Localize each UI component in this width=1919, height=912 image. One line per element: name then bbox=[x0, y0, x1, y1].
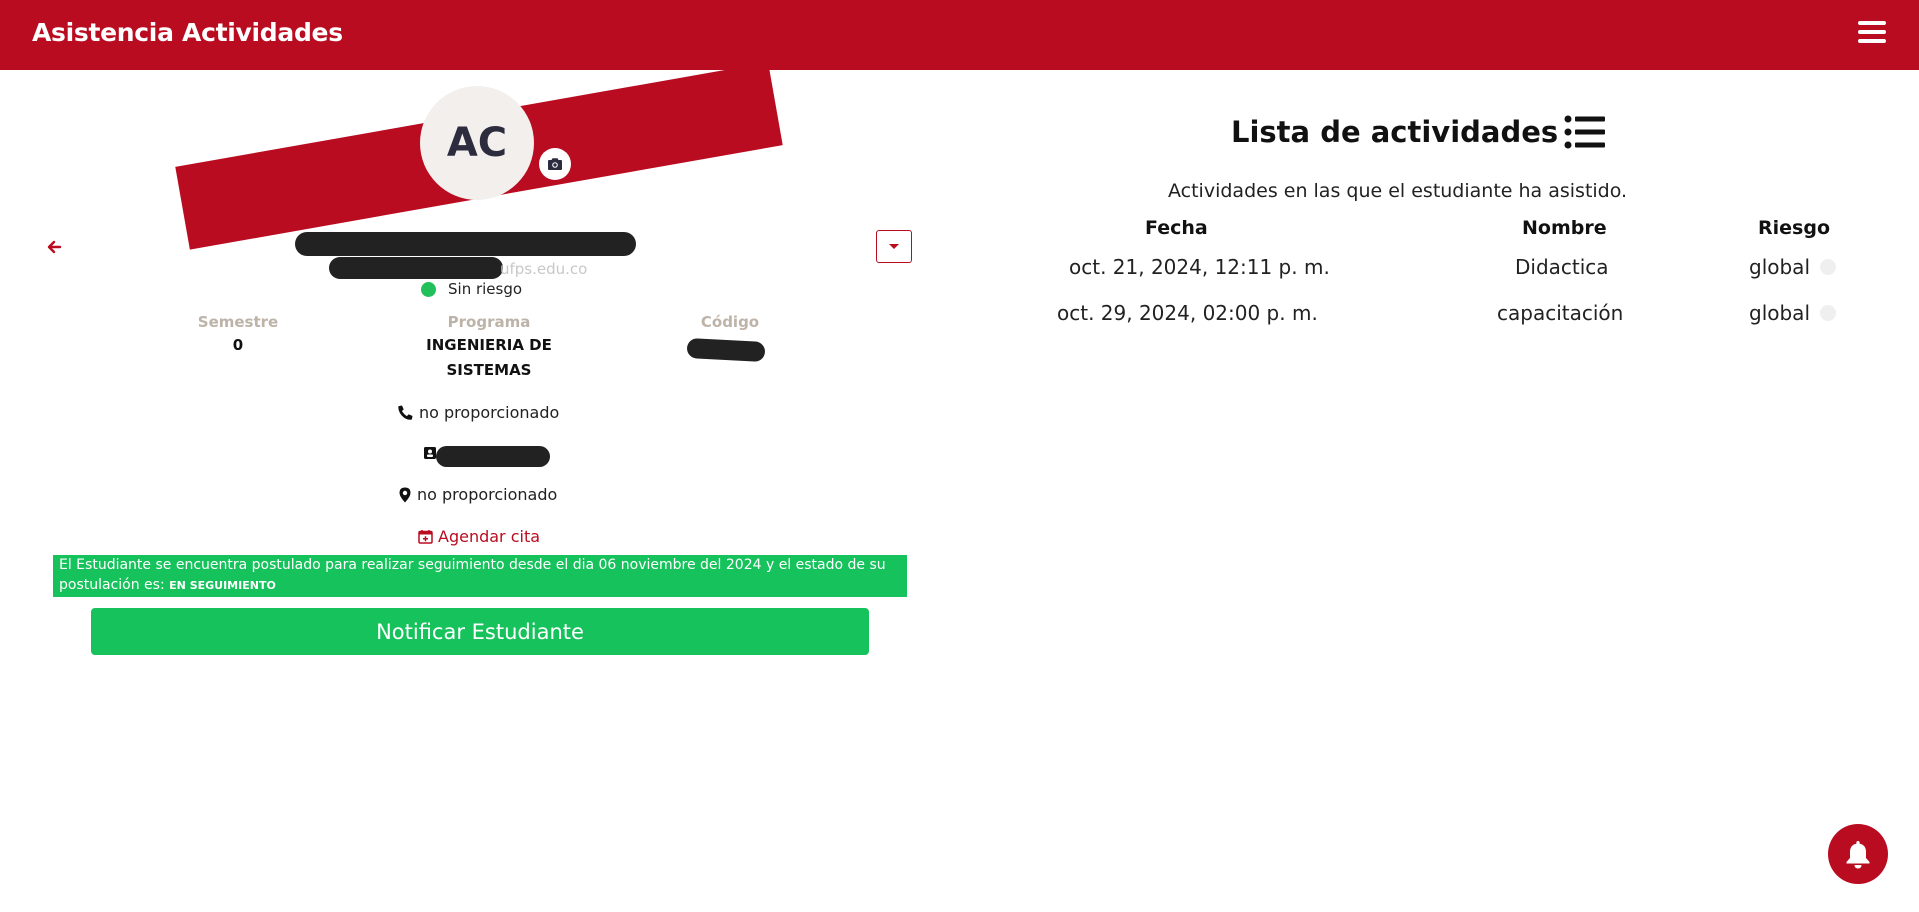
caret-down-icon bbox=[889, 243, 899, 249]
program-label: Programa bbox=[447, 313, 531, 331]
phone-icon bbox=[398, 405, 413, 420]
email-suffix: ufps.edu.co bbox=[500, 260, 588, 278]
phone-value: no proporcionado bbox=[419, 403, 560, 422]
redacted-email bbox=[329, 257, 503, 279]
camera-icon[interactable] bbox=[539, 148, 571, 180]
semester-label: Semestre bbox=[197, 313, 279, 331]
notify-student-button[interactable]: Notificar Estudiante bbox=[91, 608, 869, 655]
row-fecha: oct. 29, 2024, 02:00 p. m. bbox=[1057, 301, 1318, 325]
row-nombre: Didactica bbox=[1515, 255, 1609, 279]
semester-value: 0 bbox=[232, 336, 244, 354]
schedule-appointment-link[interactable]: Agendar cita bbox=[418, 527, 540, 546]
activities-title-text: Lista de actividades bbox=[1231, 115, 1559, 149]
activities-subtitle: Actividades en las que el estudiante ha … bbox=[1168, 180, 1628, 202]
row-riesgo: global bbox=[1749, 301, 1810, 325]
risk-indicator-dot bbox=[1820, 305, 1836, 321]
schedule-label: Agendar cita bbox=[438, 527, 541, 546]
row-nombre: capacitación bbox=[1497, 301, 1624, 325]
risk-status-label: Sin riesgo bbox=[448, 280, 523, 298]
address-value: no proporcionado bbox=[417, 485, 558, 504]
column-header-riesgo: Riesgo bbox=[1758, 217, 1830, 239]
top-bar: Asistencia Actividades bbox=[0, 0, 1919, 70]
notifications-button[interactable] bbox=[1828, 824, 1888, 884]
status-dot bbox=[421, 281, 436, 297]
map-pin-icon bbox=[399, 487, 411, 502]
profile-dropdown-button[interactable] bbox=[876, 230, 912, 263]
address-detail: no proporcionado bbox=[399, 485, 557, 504]
risk-indicator-dot bbox=[1820, 259, 1836, 275]
app-title: Asistencia Actividades bbox=[32, 18, 343, 47]
program-info: Programa INGENIERIA DE SISTEMAS bbox=[409, 313, 569, 383]
list-icon bbox=[1564, 115, 1606, 149]
activities-title: Lista de actividades bbox=[1231, 115, 1606, 149]
semester-info: Semestre 0 bbox=[188, 313, 288, 358]
phone-detail: no proporcionado bbox=[398, 403, 559, 422]
redacted-document-id bbox=[436, 446, 550, 467]
redacted-student-name bbox=[295, 232, 636, 256]
calendar-plus-icon bbox=[418, 530, 433, 544]
follow-up-notice: El Estudiante se encuentra postulado par… bbox=[53, 555, 907, 597]
hamburger-menu-icon[interactable] bbox=[1858, 21, 1886, 47]
row-fecha: oct. 21, 2024, 12:11 p. m. bbox=[1069, 255, 1330, 279]
program-value: INGENIERIA DE SISTEMAS bbox=[426, 336, 552, 379]
redacted-code bbox=[686, 337, 766, 363]
code-info: Código bbox=[680, 313, 780, 331]
bell-icon bbox=[1846, 841, 1870, 869]
avatar: AC bbox=[420, 86, 534, 200]
back-arrow-icon[interactable] bbox=[44, 236, 66, 258]
notice-state: EN SEGUIMIENTO bbox=[169, 579, 276, 592]
column-header-fecha: Fecha bbox=[1145, 217, 1208, 239]
row-riesgo: global bbox=[1749, 255, 1810, 279]
code-label: Código bbox=[700, 313, 760, 331]
id-card-icon bbox=[424, 447, 436, 459]
column-header-nombre: Nombre bbox=[1522, 217, 1607, 239]
risk-status: Sin riesgo bbox=[421, 280, 522, 298]
